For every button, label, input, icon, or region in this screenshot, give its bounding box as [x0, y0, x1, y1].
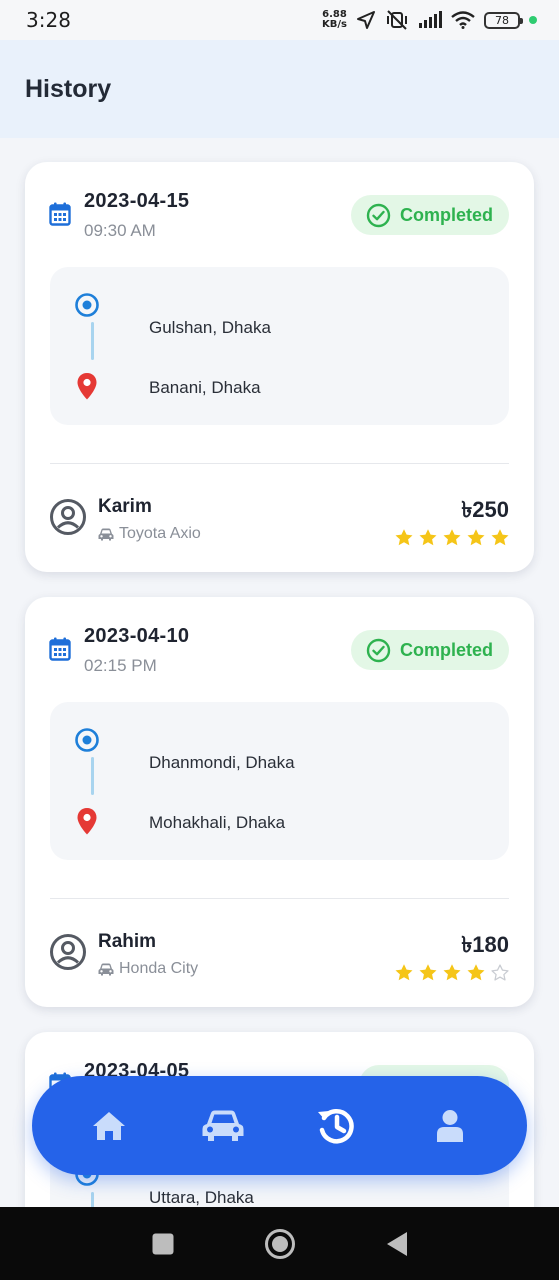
driver-name: Rahim — [98, 931, 157, 952]
app-header: History — [0, 40, 559, 138]
status-label: Completed — [399, 639, 493, 660]
divider — [50, 463, 509, 464]
star-filled-icon — [395, 529, 413, 546]
battery-indicator: 78 — [484, 11, 523, 29]
rating-stars — [394, 963, 510, 983]
star-filled-icon — [491, 529, 509, 546]
cell-signal-icon — [419, 11, 442, 28]
nav-history[interactable] — [301, 1091, 371, 1161]
star-filled-icon — [467, 529, 485, 546]
system-navigation-bar — [0, 1207, 559, 1280]
trip-time: 09:30 AM — [84, 221, 156, 240]
status-bar: 3:28 6.88 KB/s 78 — [0, 0, 559, 40]
back-button-icon[interactable] — [386, 1231, 408, 1257]
net-speed: 6.88 KB/s — [322, 10, 347, 30]
origin-location: Dhanmondi, Dhaka — [149, 753, 295, 772]
rating-stars — [394, 528, 510, 548]
status-label: Completed — [399, 204, 493, 225]
recents-button-icon[interactable] — [152, 1233, 174, 1255]
route-box: Dhanmondi, Dhaka Mohakhali, Dhaka — [50, 702, 509, 860]
origin-location: Uttara, Dhaka — [149, 1188, 254, 1207]
car-info: Toyota Axio — [98, 525, 201, 543]
star-filled-icon — [395, 964, 413, 981]
car-icon — [98, 528, 114, 540]
star-filled-icon — [443, 964, 461, 981]
nav-rides[interactable] — [188, 1091, 258, 1161]
bottom-navigation — [32, 1076, 527, 1175]
car-model: Toyota Axio — [119, 525, 201, 542]
route-line — [91, 322, 94, 360]
trip-date: 2023-04-10 — [84, 625, 190, 647]
destination-pin-icon — [77, 373, 97, 400]
page-title: History — [25, 74, 112, 103]
car-info: Honda City — [98, 960, 198, 978]
wifi-icon — [451, 11, 475, 29]
destination-location: Banani, Dhaka — [149, 378, 261, 397]
status-badge: Completed — [350, 630, 509, 670]
origin-location: Gulshan, Dhaka — [149, 318, 271, 337]
driver-avatar-icon — [50, 934, 86, 970]
fare-amount: ৳180 — [461, 932, 509, 957]
vibrate-muted-icon — [387, 10, 407, 30]
destination-pin-icon — [77, 808, 97, 835]
calendar-icon — [49, 202, 71, 226]
fare-amount: ৳250 — [461, 497, 509, 522]
nav-home[interactable] — [74, 1091, 144, 1161]
calendar-icon — [49, 637, 71, 661]
divider — [50, 898, 509, 899]
route-line — [91, 757, 94, 795]
car-icon — [202, 1110, 244, 1141]
trip-date: 2023-04-15 — [84, 190, 190, 212]
status-time: 3:28 — [26, 8, 71, 32]
star-filled-icon — [467, 964, 485, 981]
check-circle-icon — [366, 203, 391, 227]
status-badge: Completed — [350, 195, 509, 235]
car-icon — [98, 963, 114, 975]
net-speed-unit: KB/s — [322, 19, 347, 30]
star-outline-icon — [491, 964, 509, 981]
trip-card[interactable]: 2023-04-15 09:30 AM Completed Gulshan, D… — [25, 162, 534, 572]
origin-marker-icon — [75, 293, 99, 317]
origin-marker-icon — [75, 728, 99, 752]
check-circle-icon — [366, 638, 391, 662]
home-icon — [92, 1111, 125, 1140]
location-arrow-icon — [357, 11, 375, 29]
star-filled-icon — [419, 529, 437, 546]
history-icon — [318, 1108, 355, 1143]
driver-name: Karim — [98, 496, 152, 517]
route-box: Gulshan, Dhaka Banani, Dhaka — [50, 267, 509, 425]
home-button-icon[interactable] — [264, 1228, 296, 1260]
car-model: Honda City — [119, 960, 199, 977]
driver-avatar-icon — [50, 499, 86, 535]
destination-location: Mohakhali, Dhaka — [149, 813, 286, 832]
star-filled-icon — [443, 529, 461, 546]
status-icons: 6.88 KB/s 78 — [322, 10, 537, 30]
star-filled-icon — [419, 964, 437, 981]
nav-profile[interactable] — [415, 1091, 485, 1161]
trip-time: 02:15 PM — [84, 656, 157, 675]
privacy-indicator-dot — [529, 16, 537, 24]
profile-icon — [437, 1109, 464, 1142]
trip-card[interactable]: 2023-04-10 02:15 PM Completed Dhanmondi,… — [25, 597, 534, 1007]
